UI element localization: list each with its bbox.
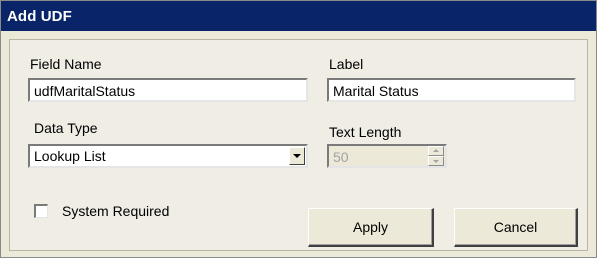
data-type-select[interactable]: Lookup List bbox=[28, 144, 308, 168]
dialog-title: Add UDF bbox=[7, 8, 72, 25]
field-name-label: Field Name bbox=[30, 56, 102, 72]
dropdown-button[interactable] bbox=[289, 147, 305, 165]
apply-button[interactable]: Apply bbox=[308, 208, 434, 247]
spinner-up-button bbox=[428, 146, 444, 156]
label-input[interactable]: Marital Status bbox=[327, 78, 576, 102]
add-udf-dialog: Add UDF Field Name udfMaritalStatus Labe… bbox=[0, 0, 597, 258]
cancel-button[interactable]: Cancel bbox=[454, 208, 578, 247]
text-length-spinner bbox=[428, 146, 444, 166]
data-type-label: Data Type bbox=[34, 120, 98, 136]
system-required-label[interactable]: System Required bbox=[62, 203, 169, 219]
text-length-value: 50 bbox=[333, 149, 349, 165]
field-name-input[interactable]: udfMaritalStatus bbox=[28, 78, 308, 102]
label-field-label: Label bbox=[329, 56, 364, 72]
system-required-checkbox[interactable] bbox=[34, 204, 48, 218]
dialog-titlebar[interactable]: Add UDF bbox=[1, 1, 596, 31]
text-length-input: 50 bbox=[327, 144, 447, 168]
form-panel: Field Name udfMaritalStatus Label Marita… bbox=[9, 39, 588, 251]
text-length-label: Text Length bbox=[329, 124, 402, 140]
spinner-down-button bbox=[428, 156, 444, 166]
chevron-down-icon bbox=[293, 154, 301, 158]
triangle-down-icon bbox=[433, 160, 439, 163]
triangle-up-icon bbox=[433, 149, 439, 152]
data-type-value: Lookup List bbox=[34, 148, 106, 164]
